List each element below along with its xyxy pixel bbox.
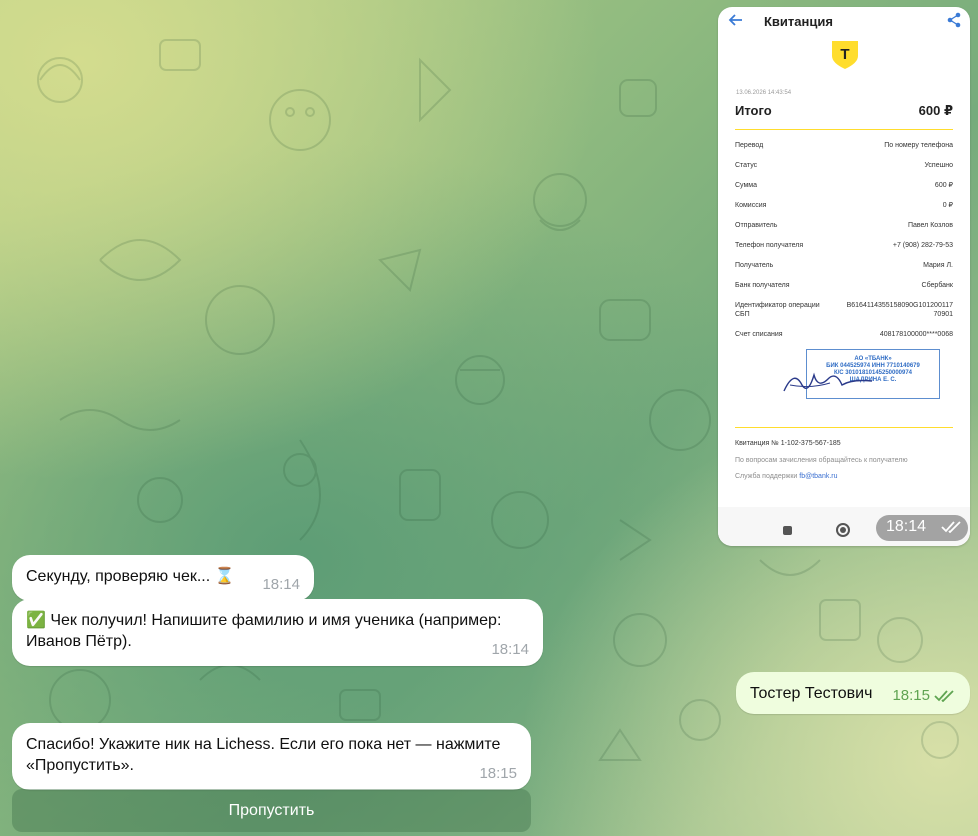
receipt-row: Перевод По номеру телефона <box>735 142 953 149</box>
message-outgoing[interactable]: Тостер Тестович 18:15 <box>736 672 970 714</box>
message-time: 18:14 <box>262 576 300 593</box>
message-text: Секунду, проверяю чек... ⌛ <box>26 568 235 585</box>
message-text: Тостер Тестович <box>750 685 873 702</box>
receipt-row: Отправитель Павел Козлов <box>735 222 953 229</box>
home-icon <box>836 523 850 537</box>
divider <box>735 427 953 428</box>
message-text: Спасибо! Укажите ник на Lichess. Если ег… <box>26 736 501 774</box>
receipt-header: Квитанция <box>718 7 970 35</box>
message-time: 18:14 <box>491 641 529 658</box>
share-icon <box>947 12 961 28</box>
receipt-total-label: Итого <box>735 103 772 118</box>
divider <box>735 129 953 130</box>
receipt-row: Сумма 600 ₽ <box>735 182 953 189</box>
receipt-row: Комиссия 0 ₽ <box>735 202 953 209</box>
receipt-row: Получатель Мария Л. <box>735 262 953 269</box>
message-incoming[interactable]: Спасибо! Укажите ник на Lichess. Если ег… <box>12 723 531 790</box>
receipt-number: Квитанция № 1-102-375-567-185 <box>735 440 841 447</box>
double-check-icon <box>934 690 954 702</box>
image-timestamp: 18:14 <box>876 515 968 541</box>
receipt-row: Телефон получателя +7 (908) 282-79-53 <box>735 242 953 249</box>
signature-icon <box>783 372 873 392</box>
skip-button[interactable]: Пропустить <box>12 789 531 832</box>
receipt-rows: Перевод По номеру телефона Статус Успешно … <box>735 141 953 350</box>
receipt-row: Идентификатор операции СБП B6164114355158… <box>735 302 953 318</box>
receipt-title: Квитанция <box>764 14 833 29</box>
receipt-row: Счет списания 408178100000****0068 <box>735 331 953 338</box>
receipt-image[interactable]: Квитанция T 13.06.2026 14:43:54 Итого 60… <box>718 7 970 546</box>
message-time: 18:15 <box>479 765 517 782</box>
receipt-date: 13.06.2026 14:43:54 <box>736 90 792 96</box>
message-incoming[interactable]: ✅ Чек получил! Напишите фамилию и имя уч… <box>12 599 543 666</box>
tbank-logo-icon: T <box>832 41 858 69</box>
support-line: Служба поддержки fb@tbank.ru <box>735 473 838 480</box>
receipt-note: По вопросам зачисления обращайтесь к пол… <box>735 457 908 464</box>
double-check-icon <box>940 521 961 533</box>
support-email-link[interactable]: fb@tbank.ru <box>799 473 837 480</box>
message-time: 18:15 <box>892 685 956 706</box>
back-arrow-icon <box>728 14 742 26</box>
recents-icon <box>783 526 792 535</box>
message-incoming[interactable]: Секунду, проверяю чек... ⌛ 18:14 <box>12 555 314 601</box>
receipt-row: Банк получателя Сбербанк <box>735 282 953 289</box>
svg-text:T: T <box>840 46 849 63</box>
receipt-total-value: 600 ₽ <box>918 103 953 118</box>
receipt-row: Статус Успешно <box>735 162 953 169</box>
message-text: ✅ Чек получил! Напишите фамилию и имя уч… <box>26 612 502 650</box>
